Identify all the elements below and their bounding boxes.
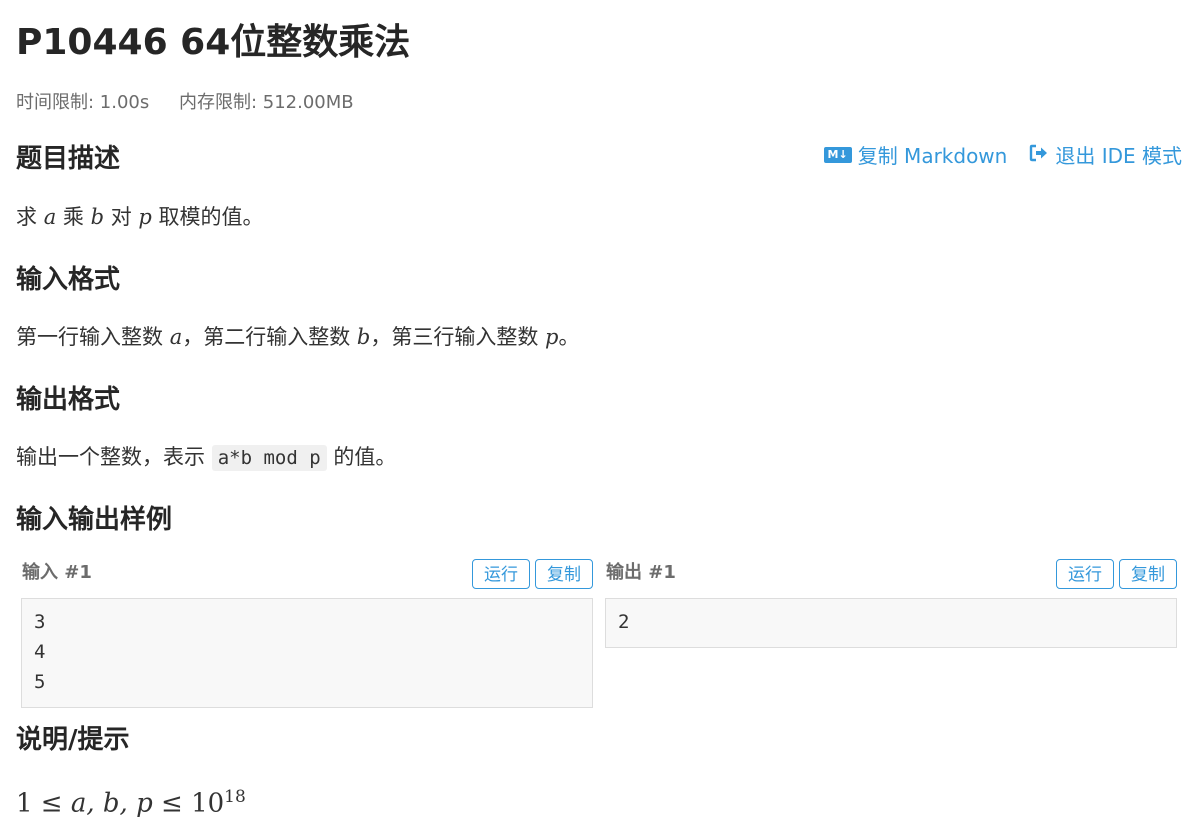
sample-output-label: 输出 #1 — [606, 562, 676, 583]
problem-toolbar: M↓ 复制 Markdown 退出 IDE 模式 — [823, 140, 1182, 169]
sample-input-line: 3 — [34, 611, 46, 633]
description-text: 求 a 乘 b 对 p 取模的值。 — [16, 205, 264, 229]
hint-heading: 说明/提示 — [16, 725, 130, 755]
description-heading: 题目描述 — [16, 144, 121, 174]
output-format-text: 输出一个整数，表示 a*b mod p 的值。 — [16, 445, 397, 471]
hint-constraint: 1 ≤ a, b, p ≤ 1018 — [16, 787, 246, 819]
sample-input-label: 输入 #1 — [22, 562, 92, 583]
sample-input-line: 4 — [34, 641, 46, 663]
limits: 时间限制: 1.00s 内存限制: 512.00MB — [16, 91, 354, 115]
memory-limit: 内存限制: 512.00MB — [178, 92, 354, 113]
sample-input-line: 5 — [34, 671, 46, 693]
copy-markdown-label: 复制 Markdown — [857, 144, 1008, 168]
run-output-button[interactable]: 运行 — [1056, 559, 1114, 589]
output-format-heading: 输出格式 — [16, 385, 121, 415]
sign-out-icon — [1029, 143, 1049, 167]
markdown-icon: M↓ — [823, 146, 852, 163]
run-input-button[interactable]: 运行 — [472, 559, 530, 589]
exit-ide-label: 退出 IDE 模式 — [1055, 144, 1182, 168]
sample-output-box[interactable]: 2 — [605, 598, 1177, 648]
inline-code: a*b mod p — [211, 445, 327, 471]
samples-heading: 输入输出样例 — [16, 505, 173, 535]
sample-output-line: 2 — [618, 611, 630, 633]
input-format-text: 第一行输入整数 a，第二行输入整数 b，第三行输入整数 p。 — [16, 325, 580, 349]
sample-input-box[interactable]: 3 4 5 — [21, 598, 593, 708]
copy-input-button[interactable]: 复制 — [535, 559, 593, 589]
copy-output-button[interactable]: 复制 — [1119, 559, 1177, 589]
exit-ide-button[interactable]: 退出 IDE 模式 — [1029, 140, 1182, 169]
copy-markdown-button[interactable]: M↓ 复制 Markdown — [823, 140, 1008, 169]
page-title: P10446 64位整数乘法 — [16, 22, 411, 63]
input-format-heading: 输入格式 — [16, 265, 121, 295]
time-limit: 时间限制: 1.00s — [16, 92, 150, 113]
